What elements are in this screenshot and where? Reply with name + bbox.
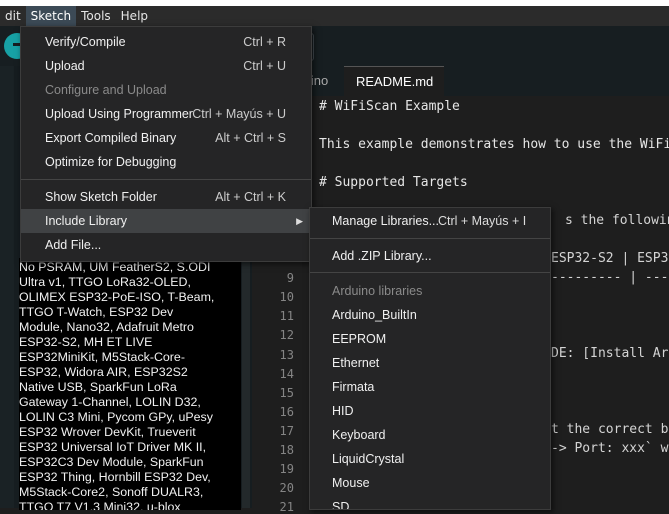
- board-list-line: Ultra v1, TTGO LoRa32-OLED,: [19, 275, 191, 289]
- line-number: 18: [279, 443, 294, 457]
- board-list-line: ESP32, Widora AIR, ESP32S2: [19, 365, 188, 379]
- code-line: This example demonstrates how to use the…: [319, 137, 669, 152]
- board-list-line: OLIMEX ESP32-PoE-ISO, T-Beam,: [19, 290, 215, 304]
- line-number: 9: [286, 271, 294, 285]
- submenu-item-manage-libraries[interactable]: Manage Libraries... Ctrl + Mayús + I: [310, 209, 550, 233]
- board-list-line: ESP32-S2, MH ET LIVE: [19, 335, 153, 349]
- board-list-line: ESP32 Universal IoT Driver MK II,: [19, 440, 207, 454]
- menu-item-upload[interactable]: Upload Ctrl + U: [21, 54, 311, 78]
- library-item[interactable]: Ethernet: [310, 351, 550, 375]
- line-number: 14: [279, 367, 294, 381]
- board-list-line: ESP32C3 Dev Module, SparkFun: [19, 455, 204, 469]
- library-item[interactable]: Keyboard: [310, 423, 550, 447]
- include-library-submenu: Manage Libraries... Ctrl + Mayús + I Add…: [309, 207, 551, 510]
- sidebar-scrollbar[interactable]: [242, 258, 250, 508]
- library-item[interactable]: Arduino_BuiltIn: [310, 303, 550, 327]
- menu-separator: [310, 272, 550, 273]
- board-list-tooltip: No PSRAM, UM FeatherS2, S.ODI Ultra v1, …: [19, 258, 241, 510]
- line-number: 17: [279, 424, 294, 438]
- library-item[interactable]: HID: [310, 399, 550, 423]
- board-list-line: No PSRAM, UM FeatherS2, S.ODI: [19, 260, 211, 274]
- menu-sketch[interactable]: Sketch: [25, 6, 77, 26]
- board-list-line: ESP32 Thing, Hornbill ESP32 Dev,: [19, 470, 211, 484]
- tab-readme[interactable]: README.md: [344, 66, 444, 96]
- menu-item-verify-compile[interactable]: Verify/Compile Ctrl + R: [21, 30, 311, 54]
- menubar: dit Sketch Tools Help: [0, 6, 669, 26]
- sketch-menu: Verify/Compile Ctrl + R Upload Ctrl + U …: [20, 26, 312, 262]
- code-line: --------- | ----: [551, 270, 669, 285]
- library-item[interactable]: Mouse: [310, 471, 550, 495]
- code-line: ESP32-S2 | ESP3: [551, 251, 669, 266]
- menu-separator: [21, 179, 311, 180]
- sidebar-activity-bar: [0, 66, 14, 508]
- line-number: 13: [279, 348, 294, 362]
- menu-item-add-file[interactable]: Add File...: [21, 233, 311, 257]
- board-list-line: ESP32 Wrover DevKit, Trueverit: [19, 425, 196, 439]
- library-item[interactable]: Firmata: [310, 375, 550, 399]
- board-list-line: Native USB, SparkFun LoRa: [19, 380, 177, 394]
- code-line: t the correct bo: [551, 422, 669, 437]
- code-line: s the following: [565, 213, 669, 228]
- menu-item-upload-programmer[interactable]: Upload Using Programmer Ctrl + Mayús + U: [21, 102, 311, 126]
- chevron-right-icon: ▶: [296, 216, 303, 226]
- board-list-line: Module, Nano32, Adafruit Metro: [19, 320, 194, 334]
- line-number: 12: [279, 328, 294, 342]
- menu-edit[interactable]: dit: [0, 6, 26, 26]
- line-number: 15: [279, 386, 294, 400]
- library-item[interactable]: LiquidCrystal: [310, 447, 550, 471]
- board-list-line: TTGO T7 V1.3 Mini32, u-blox: [19, 500, 181, 510]
- line-number: 21: [279, 500, 294, 514]
- board-list-line: Gateway 1-Channel, LOLIN D32,: [19, 395, 201, 409]
- menu-item-optimize-debug[interactable]: Optimize for Debugging: [21, 150, 311, 174]
- board-list-line: LOLIN C3 Mini, Pycom GPy, uPesy: [19, 410, 213, 424]
- line-number: 16: [279, 405, 294, 419]
- menu-item-export-binary[interactable]: Export Compiled Binary Alt + Ctrl + S: [21, 126, 311, 150]
- submenu-item-add-zip[interactable]: Add .ZIP Library...: [310, 244, 550, 268]
- menu-tools[interactable]: Tools: [76, 6, 116, 26]
- submenu-section-header: Arduino libraries: [332, 284, 423, 298]
- board-list-line: ESP32MiniKit, M5Stack-Core-: [19, 350, 185, 364]
- code-line: -> Port: xxx` wh: [551, 441, 669, 456]
- line-number: 11: [279, 309, 294, 323]
- menu-item-configure-upload: Configure and Upload: [45, 83, 167, 97]
- line-number: 19: [279, 462, 294, 476]
- menu-separator: [310, 238, 550, 239]
- library-item[interactable]: EEPROM: [310, 327, 550, 351]
- code-line: # WiFiScan Example: [319, 99, 460, 114]
- line-number: 10: [279, 290, 294, 304]
- menu-item-include-library[interactable]: Include Library ▶: [21, 209, 311, 233]
- board-list-line: M5Stack-Core2, Sonoff DUALR3,: [19, 485, 204, 499]
- board-list-line: TTGO T-Watch, ESP32 Dev: [19, 305, 174, 319]
- menu-help[interactable]: Help: [116, 6, 153, 26]
- line-number: 20: [279, 481, 294, 495]
- code-line: # Supported Targets: [319, 175, 468, 190]
- menu-item-show-sketch-folder[interactable]: Show Sketch Folder Alt + Ctrl + K: [21, 185, 311, 209]
- code-line: DE: [Install Ard: [551, 346, 669, 361]
